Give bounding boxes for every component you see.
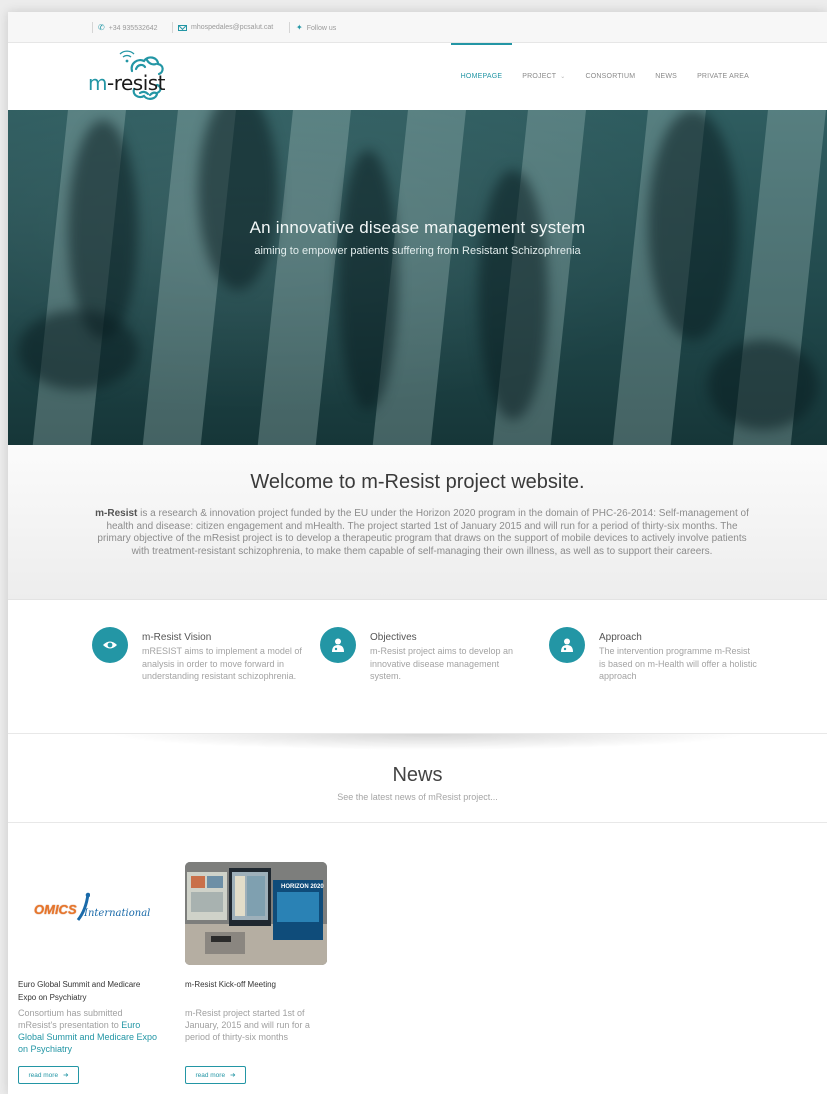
news-description: m-Resist project started 1st of January,… [185, 1007, 327, 1043]
arrow-right-icon: ➔ [230, 1072, 236, 1079]
horizon-banner-text: HORIZON 2020 [281, 884, 324, 890]
news-subheading: See the latest news of mResist project..… [337, 792, 498, 802]
omics-logo: OMICS International [24, 888, 154, 928]
logo-wordmark: m-resist [88, 71, 166, 95]
read-more-button[interactable]: read more ➔ [185, 1066, 246, 1084]
brand-name: m-Resist [95, 508, 138, 519]
divider [8, 822, 827, 823]
pedestrian-silhouette [708, 340, 818, 430]
separator [289, 22, 290, 33]
international-logo-text: International [84, 908, 151, 919]
news-description-text: Consortium has submitted mResist's prese… [18, 1008, 123, 1030]
meeting-scene: HORIZON 2020 [185, 862, 327, 965]
separator [172, 22, 173, 33]
welcome-body: is a research & innovation project funde… [97, 508, 749, 557]
arrow-right-icon: ➔ [63, 1072, 69, 1079]
hero-title: An innovative disease management system [249, 218, 586, 237]
site-header: m-resist HOMEPAGE PROJECT ⌄ CONSORTIUM N… [8, 43, 827, 110]
news-thumbnail[interactable]: OMICS International [18, 862, 160, 965]
phone-number: +34 935532642 [108, 24, 158, 32]
follow-us-link[interactable]: ✦ Follow us [296, 24, 336, 32]
logo-letter-m: m [88, 71, 107, 95]
feature-description: mRESIST aims to implement a model of ana… [142, 646, 302, 681]
email-address: mhospedales@pcsalut.cat [191, 24, 274, 31]
read-more-button[interactable]: read more ➔ [18, 1066, 79, 1084]
feature-title: m-Resist Vision [142, 632, 212, 643]
feature-description: The intervention programme m-Resist is b… [599, 646, 757, 681]
feature-title: Objectives [370, 632, 417, 643]
envelope-icon [178, 24, 187, 31]
welcome-section: Welcome to m-Resist project website. m-R… [8, 445, 827, 600]
read-more-label: read more [195, 1071, 226, 1079]
news-title[interactable]: m-Resist Kick-off Meeting [185, 978, 327, 991]
doctor-icon [549, 627, 585, 663]
nav-label: PRIVATE AREA [697, 73, 749, 80]
omics-logo-text: OMICS [34, 902, 77, 917]
nav-item-news[interactable]: NEWS [645, 43, 687, 110]
eye-icon [92, 627, 128, 663]
top-bar: ✆ +34 935532642 mhospedales@pcsalut.cat … [8, 12, 827, 43]
follow-us-label: Follow us [306, 24, 337, 32]
news-thumbnail[interactable]: HORIZON 2020 [185, 862, 327, 965]
pedestrian-silhouette [198, 110, 278, 290]
pedestrian-silhouette [338, 150, 398, 410]
pedestrian-silhouette [18, 310, 138, 390]
hero-banner: An innovative disease management system … [8, 110, 827, 445]
nav-item-private-area[interactable]: PRIVATE AREA [687, 43, 759, 110]
pedestrian-silhouette [478, 170, 548, 420]
nav-item-project[interactable]: PROJECT ⌄ [512, 43, 575, 110]
separator [92, 22, 93, 33]
nav-item-consortium[interactable]: CONSORTIUM [576, 43, 646, 110]
news-description: Consortium has submitted mResist's prese… [18, 1007, 160, 1055]
news-description-text: m-Resist project started 1st of January,… [185, 1008, 310, 1042]
logo-text-resist: -resist [106, 71, 166, 95]
nav-label: NEWS [655, 73, 678, 80]
hero-subtitle: aiming to empower patients suffering fro… [254, 245, 581, 257]
welcome-heading: Welcome to m-Resist project website. [250, 471, 585, 493]
feature-title: Approach [599, 632, 642, 643]
news-title[interactable]: Euro Global Summit and Medicare Expo on … [18, 978, 160, 1004]
section-shadow [108, 734, 748, 750]
main-nav: HOMEPAGE PROJECT ⌄ CONSORTIUM NEWS PRIVA… [450, 43, 759, 110]
news-heading: News [392, 764, 443, 786]
meeting-photo: HORIZON 2020 [185, 862, 327, 965]
nav-label: CONSORTIUM [585, 73, 636, 80]
page: ✆ +34 935532642 mhospedales@pcsalut.cat … [8, 12, 827, 1094]
twitter-icon: ✦ [296, 23, 303, 32]
nav-label: PROJECT [522, 73, 557, 80]
chevron-down-icon: ⌄ [560, 74, 566, 80]
welcome-paragraph: m-Resist is a research & innovation proj… [92, 508, 752, 558]
read-more-label: read more [28, 1071, 59, 1079]
phone-contact[interactable]: ✆ +34 935532642 [98, 24, 158, 32]
phone-icon: ✆ [98, 23, 105, 32]
doctor-icon [320, 627, 356, 663]
nav-label: HOMEPAGE [460, 73, 503, 80]
feature-description: m-Resist project aims to develop an inno… [370, 646, 514, 681]
email-contact[interactable]: mhospedales@pcsalut.cat [178, 24, 273, 31]
site-logo[interactable]: m-resist [88, 50, 188, 103]
nav-item-homepage[interactable]: HOMEPAGE [450, 43, 513, 110]
